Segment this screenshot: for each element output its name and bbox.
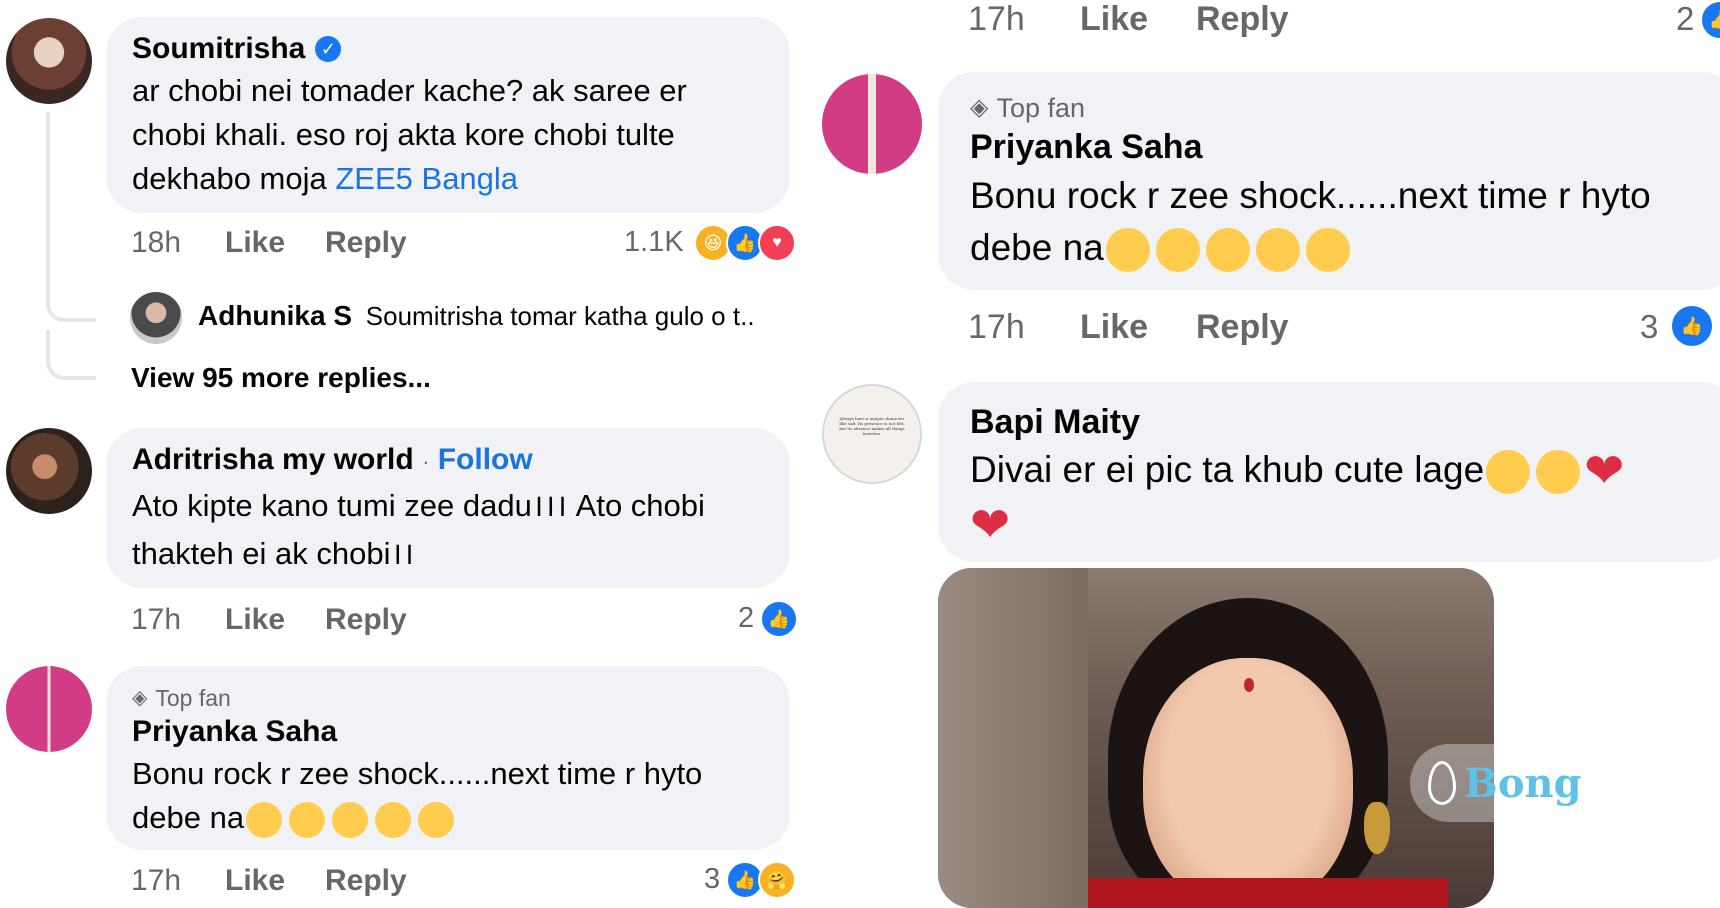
comment-author[interactable]: Adritrisha my world <box>132 443 414 476</box>
top-fan-badge: ◈ Top fan <box>132 684 764 712</box>
watermark-text-part1: Bong <box>1464 759 1582 807</box>
verified-badge-icon: ✓ <box>315 36 342 62</box>
reply-button[interactable]: Reply <box>325 603 407 637</box>
comment-text: Bonu rock r zee shock......next time r h… <box>132 752 764 840</box>
comment-bubble: Bapi Maity Divai er ei pic ta khub cute … <box>938 382 1720 562</box>
like-reaction-icon: 👍 <box>1700 0 1720 40</box>
avatar[interactable]: Always have a unique character like salt… <box>822 384 922 484</box>
comment-text-line: dekhabo moja <box>132 161 336 196</box>
reaction-count[interactable]: 3 <box>704 863 720 896</box>
comment-text-line: Bonu rock r zee shock......next time r h… <box>132 756 703 791</box>
heart-emoji-icon: ❤ <box>1584 445 1625 499</box>
thread-connector <box>46 330 96 380</box>
photo-bindi <box>1244 678 1254 692</box>
comment-text-line: chobi khali. eso roj akta kore chobi tul… <box>132 117 675 152</box>
grin-emoji-icon <box>1205 228 1250 273</box>
photo-face <box>1143 658 1353 908</box>
comment-time[interactable]: 17h <box>968 308 1025 347</box>
comment-text-line: debe na <box>970 227 1104 268</box>
comment-time[interactable]: 18h <box>131 226 181 260</box>
comment-author[interactable]: Priyanka Saha <box>132 712 764 752</box>
reply-button[interactable]: Reply <box>325 864 407 898</box>
reply-button[interactable]: Reply <box>1196 308 1289 347</box>
comment-author[interactable]: Priyanka Saha <box>970 124 1706 170</box>
grin-emoji-icon <box>332 801 369 838</box>
watermark-text-part2: Trend <box>1589 759 1720 807</box>
view-more-replies-link[interactable]: View 95 more replies... <box>131 362 431 394</box>
reply-preview[interactable]: Adhunika S Soumitrisha tomar katha gulo … <box>198 300 755 332</box>
grin-emoji-icon <box>1105 228 1150 273</box>
top-fan-label: Top fan <box>996 93 1086 123</box>
comment-text: Divai er ei pic ta khub cute lage ❤ ❤ <box>970 444 1690 552</box>
grin-emoji-icon <box>1155 228 1200 273</box>
comment-text-line: Divai er ei pic ta khub cute lage <box>970 449 1485 490</box>
reply-button[interactable]: Reply <box>1196 0 1289 39</box>
comment-text: Bonu rock r zee shock......next time r h… <box>970 170 1706 274</box>
grin-emoji-icon <box>1305 228 1350 273</box>
like-button[interactable]: Like <box>225 603 285 637</box>
avatar[interactable] <box>6 428 92 514</box>
comment-time[interactable]: 17h <box>968 0 1025 39</box>
heart-emoji-icon: ❤ <box>970 499 1011 553</box>
like-reaction-icon: 👍 <box>760 600 798 638</box>
diamond-icon: ◈ <box>132 687 148 709</box>
reaction-count[interactable]: 2 <box>738 602 754 635</box>
comment-bubble: Soumitrisha ✓ ar chobi nei tomader kache… <box>106 17 790 213</box>
top-fan-badge: ◈ Top fan <box>970 92 1706 124</box>
like-button[interactable]: Like <box>225 864 285 898</box>
photo-garment <box>1088 878 1448 908</box>
like-button[interactable]: Like <box>1080 0 1148 39</box>
mention-link[interactable]: ZEE5 Bangla <box>335 161 518 196</box>
follow-button[interactable]: Follow <box>438 443 533 476</box>
like-reaction-icon: 👍 <box>1670 304 1714 348</box>
comment-bubble: ◈ Top fan Priyanka Saha Bonu rock r zee … <box>106 666 790 850</box>
kiss-emoji-icon <box>1536 450 1581 495</box>
separator: · <box>422 449 430 474</box>
reaction-count[interactable]: 3 <box>1640 308 1658 346</box>
avatar[interactable] <box>6 18 92 104</box>
comment-author[interactable]: Bapi Maity <box>970 400 1706 444</box>
reply-author[interactable]: Adhunika S <box>198 300 352 331</box>
comment-text-line: ar chobi nei tomader kache? ak saree er <box>132 73 687 108</box>
grin-emoji-icon <box>1255 228 1300 273</box>
avatar-quote-text: Always have a unique character like salt… <box>839 416 905 436</box>
avatar[interactable] <box>6 666 92 752</box>
like-button[interactable]: Like <box>1080 308 1148 347</box>
comment-time[interactable]: 17h <box>131 864 181 898</box>
comment-author[interactable]: Soumitrisha <box>132 31 305 67</box>
comment-bubble: ◈ Top fan Priyanka Saha Bonu rock r zee … <box>938 72 1720 290</box>
comment-text-line: thakteh ei ak chobi।। <box>132 536 415 571</box>
reply-button[interactable]: Reply <box>325 226 407 260</box>
watermark: Bong Trend <box>1410 744 1720 822</box>
thread-line <box>46 112 50 302</box>
photo-earring <box>1364 802 1390 854</box>
kiss-emoji-icon <box>1486 450 1531 495</box>
attached-photo[interactable] <box>938 568 1494 908</box>
flame-logo-icon <box>1428 761 1457 805</box>
care-reaction-icon: 🤗 <box>758 861 796 899</box>
avatar[interactable] <box>822 74 922 174</box>
avatar[interactable] <box>130 292 182 344</box>
comment-text-line: debe na <box>132 800 245 835</box>
thread-connector <box>46 296 96 322</box>
grin-emoji-icon <box>375 801 412 838</box>
top-fan-label: Top fan <box>155 685 231 711</box>
grin-emoji-icon <box>246 801 283 838</box>
reaction-count[interactable]: 1.1K <box>624 226 684 259</box>
grin-emoji-icon <box>418 801 455 838</box>
grin-emoji-icon <box>289 801 326 838</box>
like-button[interactable]: Like <box>225 226 285 260</box>
reply-text: Soumitrisha tomar katha gulo o t.. <box>365 301 755 331</box>
comment-text-line: Bonu rock r zee shock......next time r h… <box>970 175 1651 216</box>
comment-bubble: Adritrisha my world · Follow Ato kipte k… <box>106 428 790 588</box>
diamond-icon: ◈ <box>970 94 989 121</box>
love-reaction-icon: ♥ <box>758 224 796 262</box>
comment-time[interactable]: 17h <box>131 603 181 637</box>
comment-text-line: Ato kipte kano tumi zee dadu।।। Ato chob… <box>132 488 705 523</box>
comment-text: ar chobi nei tomader kache? ak saree er … <box>132 69 764 201</box>
reaction-count[interactable]: 2 <box>1676 0 1694 38</box>
photo-background-left <box>938 568 1088 908</box>
comment-text: Ato kipte kano tumi zee dadu।।। Ato chob… <box>132 482 764 578</box>
